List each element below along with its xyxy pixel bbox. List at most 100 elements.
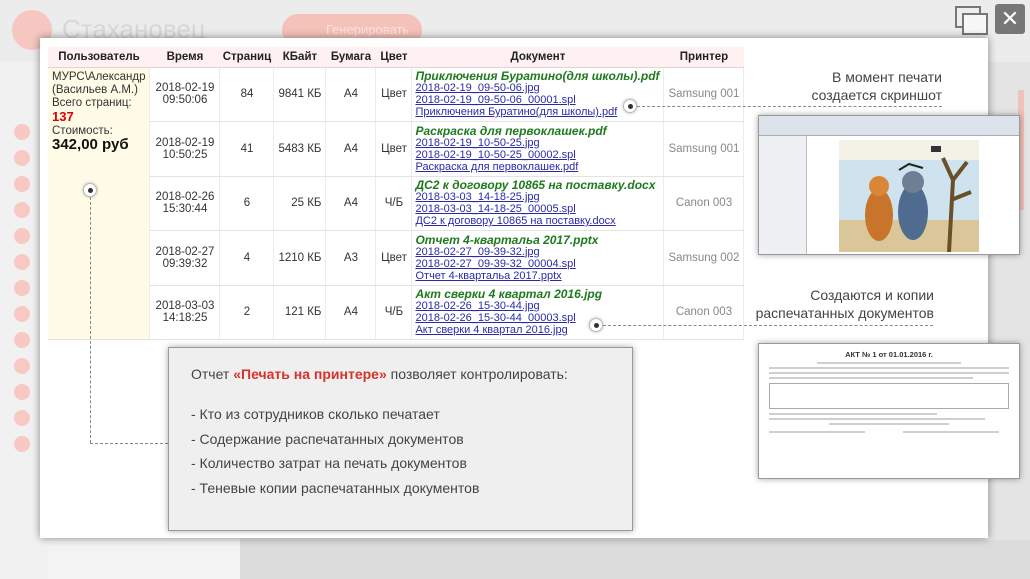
spool-link[interactable]: 2018-02-19_10-50-25_00002.spl	[415, 149, 575, 161]
time-cell: 2018-02-26 15:30:44	[149, 176, 221, 231]
document-cell: Приключения Буратино(для школы).pdf 2018…	[411, 67, 665, 122]
home-icon	[14, 254, 30, 270]
screenshot-link[interactable]: 2018-02-19_09-50-06.jpg	[415, 82, 539, 94]
info-intro: Отчет «Печать на принтере» позволяет кон…	[191, 366, 610, 382]
table-row: 2018-02-27 09:39:32 4 1210 КБ А3 Цвет Отч…	[48, 230, 745, 286]
intro-text: Отчет	[191, 366, 234, 382]
document-copy-link[interactable]: ДС2 к договору 10865 на поставку.docx	[415, 215, 615, 227]
date-text: 2018-02-27	[155, 245, 215, 258]
column-header[interactable]: Бумага	[325, 47, 376, 68]
text-line	[829, 423, 949, 425]
color-cell: Цвет	[375, 230, 413, 286]
screenshot-link[interactable]: 2018-02-26_15-30-44.jpg	[415, 300, 539, 312]
table-row: 2018-03-03 14:18:25 2 121 КБ А4 Ч/Б Акт с…	[48, 285, 745, 340]
home-icon	[14, 228, 30, 244]
print-report-table: Пользователь Время Страниц КБайт Бумага …	[48, 47, 745, 340]
time-cell: 2018-02-19 09:50:06	[149, 67, 221, 122]
document-title: Отчет 4-квартальа 2017.pptx	[415, 232, 599, 247]
spool-link[interactable]: 2018-02-19_09-50-06_00001.spl	[415, 94, 575, 106]
size-cell: 9841 КБ	[273, 67, 327, 122]
spool-link[interactable]: 2018-02-27_09-39-32_00004.spl	[415, 258, 575, 270]
document-copy-preview: АКТ № 1 от 01.01.2016 г.	[758, 343, 1020, 479]
illustration-image	[839, 140, 979, 252]
column-header[interactable]: Страниц	[219, 47, 274, 68]
text-line	[769, 413, 937, 415]
pages-cell: 6	[219, 176, 275, 231]
callout-marker	[623, 99, 637, 113]
column-header[interactable]: КБайт	[273, 47, 326, 68]
column-header[interactable]: Время	[149, 47, 220, 68]
size-cell: 25 КБ	[273, 176, 327, 231]
background-bottom-bar	[240, 540, 1030, 579]
text-line	[769, 377, 973, 379]
pages-label: Всего страниц:	[52, 96, 132, 109]
restore-icon	[962, 13, 988, 35]
printer-cell: Canon 003	[663, 176, 745, 231]
document-cell: ДС2 к договору 10865 на поставку.docx 20…	[411, 176, 665, 231]
column-header[interactable]: Документ	[411, 47, 664, 68]
column-header[interactable]: Цвет	[375, 47, 412, 68]
home-icon	[14, 124, 30, 140]
document-copy-link[interactable]: Отчет 4-квартальа 2017.pptx	[415, 270, 561, 282]
features-list: - Кто из сотрудников сколько печатает - …	[191, 402, 610, 500]
date-text: 2018-02-26	[155, 191, 215, 204]
pages-cell: 4	[219, 230, 275, 286]
pages-cell: 84	[219, 67, 275, 122]
printer-cell: Samsung 002	[663, 230, 745, 286]
paper-cell: А4	[325, 67, 377, 122]
home-icon	[14, 202, 30, 218]
spool-link[interactable]: 2018-03-03_14-18-25_00005.spl	[415, 203, 575, 215]
close-window-button[interactable]: ✕	[995, 4, 1025, 34]
column-header[interactable]: Пользователь	[48, 47, 150, 68]
printer-cell: Samsung 001	[663, 121, 745, 177]
preview-toolbar	[759, 116, 1019, 136]
callout-marker	[83, 183, 97, 197]
text-line	[769, 367, 1009, 369]
home-icon	[14, 150, 30, 166]
home-icon	[14, 410, 30, 426]
user-login: МУРС\Александр	[52, 70, 146, 83]
time-cell: 2018-02-19 10:50:25	[149, 121, 221, 177]
text-line	[769, 372, 1009, 374]
size-cell: 1210 КБ	[273, 230, 327, 286]
document-copy-link[interactable]: Приключения Буратино(для школы).pdf	[415, 106, 617, 118]
list-item: - Теневые копии распечатанных документов	[191, 479, 480, 496]
time-cell: 2018-03-03 14:18:25	[149, 285, 221, 340]
list-item: - Кто из сотрудников сколько печатает	[191, 406, 440, 422]
home-icon	[14, 176, 30, 192]
home-icon	[14, 436, 30, 452]
callout-marker	[589, 318, 603, 332]
document-copy-link[interactable]: Раскраска для первоклашек.pdf	[415, 161, 578, 173]
document-title: ДС2 к договору 10865 на поставку.docx	[415, 178, 656, 193]
user-name: (Васильев А.М.)	[52, 83, 138, 96]
spool-link[interactable]: 2018-02-26_15-30-44_00003.spl	[415, 312, 575, 324]
screenshot-link[interactable]: 2018-02-27_09-39-32.jpg	[415, 246, 539, 258]
color-cell: Ч/Б	[375, 285, 413, 340]
table-row: МУРС\Александр (Васильев А.М.) Всего стр…	[48, 67, 745, 340]
paper-cell: А4	[325, 176, 377, 231]
column-header[interactable]: Принтер	[663, 47, 744, 68]
table-row: 2018-02-26 15:30:44 6 25 КБ А4 Ч/Б ДС2 к …	[48, 176, 745, 231]
home-icon	[14, 332, 30, 348]
table-row: 2018-02-19 10:50:25 41 5483 КБ А4 Цвет Ра…	[48, 121, 745, 177]
screenshot-link[interactable]: 2018-02-19_10-50-25.jpg	[415, 137, 539, 149]
copies-callout: Создаются и копии распечатанных документ…	[720, 286, 934, 322]
callout-line-2: создается скриншот	[811, 87, 942, 103]
report-name: «Печать на принтере»	[233, 366, 387, 382]
document-title: Акт сверки 4 квартал 2016.jpg	[415, 287, 603, 302]
pages-cell: 41	[219, 121, 275, 177]
callout-line	[90, 443, 168, 444]
callout-line	[90, 197, 91, 443]
text-line	[902, 431, 999, 433]
document-title: Раскраска для первоклашек.pdf	[415, 123, 607, 138]
color-cell: Цвет	[375, 121, 413, 177]
restore-window-button[interactable]	[955, 6, 989, 36]
callout-line-2: распечатанных документов	[755, 305, 934, 321]
screenshot-link[interactable]: 2018-03-03_14-18-25.jpg	[415, 191, 539, 203]
date-text: 2018-02-19	[155, 136, 215, 149]
cost-total: 342,00 руб	[52, 135, 129, 153]
close-icon: ✕	[1000, 6, 1020, 31]
time-text: 15:30:44	[162, 203, 208, 216]
document-cell: Отчет 4-квартальа 2017.pptx 2018-02-27_0…	[411, 230, 665, 286]
document-copy-link[interactable]: Акт сверки 4 квартал 2016.jpg	[415, 324, 567, 336]
